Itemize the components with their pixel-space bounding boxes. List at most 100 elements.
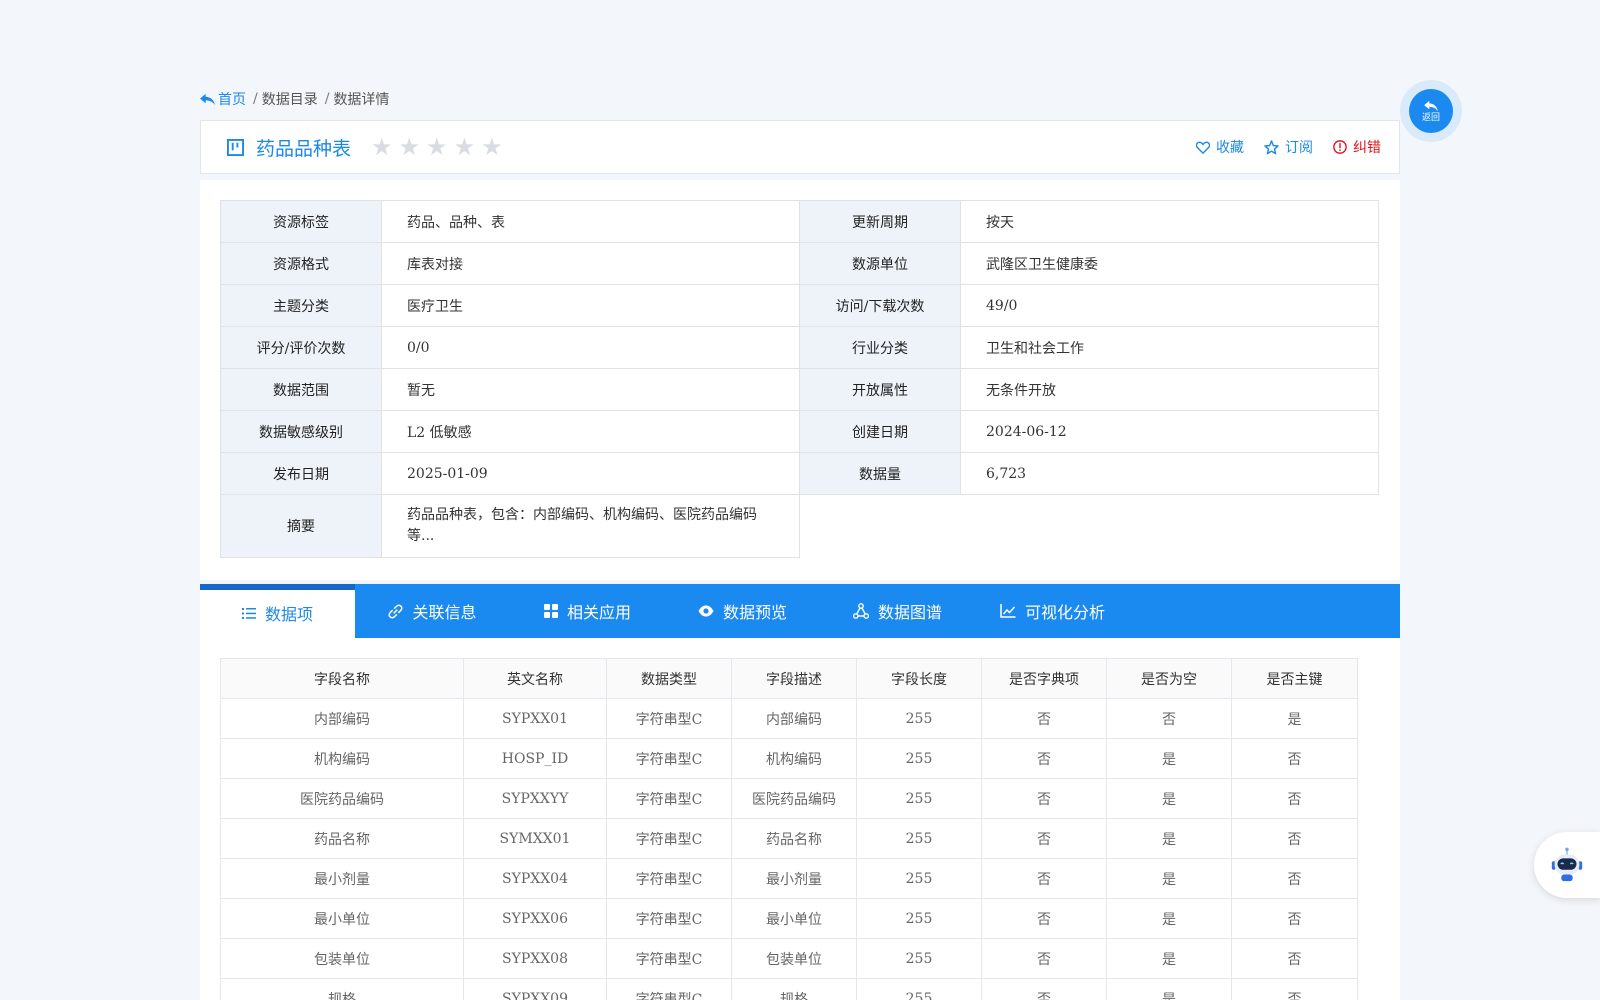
star-icon[interactable]: ★	[426, 135, 448, 159]
table-row: 药品名称 SYMXX01 字符串型C 药品名称 255 否是否	[220, 818, 1358, 859]
eye-icon	[698, 605, 714, 617]
table-cell: 字符串型C	[606, 858, 732, 899]
table-cell: 否	[981, 978, 1107, 1000]
table-row: 内部编码 SYPXX01 字符串型C 内部编码 255 否否是	[220, 698, 1358, 739]
table-cell: 是	[1106, 778, 1232, 819]
favorite-label: 收藏	[1216, 140, 1244, 156]
info-row: 资源标签 药品、品种、表 更新周期 按天	[220, 200, 1379, 243]
rating-stars[interactable]: ★ ★ ★ ★ ★	[371, 135, 503, 159]
info-value: 卫生和社会工作	[960, 326, 1379, 369]
breadcrumb-home[interactable]: 首页	[200, 89, 246, 109]
back-arrow-icon	[200, 93, 215, 105]
table-cell: 机构编码	[731, 738, 857, 779]
tab-data-items[interactable]: 数据项	[200, 584, 355, 638]
star-icon[interactable]: ★	[454, 135, 476, 159]
favorite-button[interactable]: 收藏	[1196, 137, 1244, 157]
ai-assistant-button[interactable]	[1534, 832, 1600, 898]
info-row: 数据敏感级别 L2 低敏感 创建日期 2024-06-12	[220, 410, 1379, 453]
table-cell: 否	[1231, 898, 1358, 939]
info-table: 资源标签 药品、品种、表 更新周期 按天 资源格式 库表对接 数源单位 武隆区卫生健康委 主题分…	[220, 200, 1379, 558]
info-row-summary: 摘要 药品品种表，包含：内部编码、机构编码、医院药品编码等...	[220, 494, 1379, 558]
info-row: 数据范围 暂无 开放属性 无条件开放	[220, 368, 1379, 411]
tab-related-info[interactable]: 关联信息	[355, 584, 510, 638]
page-title: 药品品种表	[256, 137, 352, 160]
table-row: 包装单位 SYPXX08 字符串型C 包装单位 255 否是否	[220, 938, 1358, 979]
info-label: 发布日期	[220, 452, 382, 495]
table-cell: 是	[1106, 738, 1232, 779]
table-cell: 字符串型C	[606, 778, 732, 819]
star-icon[interactable]: ★	[371, 135, 393, 159]
info-label: 访问/下载次数	[799, 284, 961, 327]
table-cell: SYPXX01	[463, 698, 607, 739]
table-cell: 否	[1231, 938, 1358, 979]
summary-value: 药品品种表，包含：内部编码、机构编码、医院药品编码等...	[381, 494, 800, 558]
info-row: 评分/评价次数 0/0 行业分类 卫生和社会工作	[220, 326, 1379, 369]
table-cell: SYPXXYY	[463, 778, 607, 819]
column-header: 字段长度	[856, 658, 982, 699]
table-cell: 否	[981, 818, 1107, 859]
info-value: 49/0	[960, 284, 1379, 327]
table-cell: 字符串型C	[606, 898, 732, 939]
table-cell: 最小剂量	[731, 858, 857, 899]
dataset-icon	[227, 138, 244, 156]
info-row: 主题分类 医疗卫生 访问/下载次数 49/0	[220, 284, 1379, 327]
info-value: L2 低敏感	[381, 410, 800, 453]
info-value: 无条件开放	[960, 368, 1379, 411]
line-chart-icon	[1000, 604, 1016, 618]
back-button-label: 返回	[1421, 112, 1440, 123]
detail-tabs: 数据项 关联信息 相关应用 数据预览 数据图谱 可视化分析	[200, 584, 1400, 638]
table-cell: 否	[1231, 738, 1358, 779]
star-icon[interactable]: ★	[481, 135, 503, 159]
breadcrumb-item-detail: 数据详情	[333, 92, 390, 108]
table-cell: 是	[1106, 938, 1232, 979]
tab-label: 数据图谱	[877, 603, 942, 622]
list-icon	[241, 607, 256, 619]
tab-data-preview[interactable]: 数据预览	[665, 584, 820, 638]
return-arrow-icon	[1424, 100, 1438, 111]
column-header: 是否字典项	[981, 658, 1107, 699]
subscribe-button[interactable]: 订阅	[1264, 137, 1313, 157]
table-cell: 规格	[220, 978, 464, 1000]
link-icon	[388, 604, 404, 618]
table-cell: 字符串型C	[606, 818, 732, 859]
title-actions: 收藏 订阅 纠错	[1196, 121, 1381, 173]
data-items-panel: 字段名称 英文名称 数据类型 字段描述 字段长度 是否字典项 是否为空 是否主键 内部编码 SY…	[200, 638, 1400, 1000]
table-cell: 包装单位	[220, 938, 464, 979]
table-cell: 机构编码	[220, 738, 464, 779]
report-error-label: 纠错	[1353, 140, 1381, 156]
tab-data-graph[interactable]: 数据图谱	[820, 584, 975, 638]
column-header: 是否为空	[1106, 658, 1232, 699]
table-cell: 255	[856, 858, 982, 899]
table-cell: SYMXX01	[463, 818, 607, 859]
info-label: 摘要	[220, 494, 382, 558]
grid-icon	[543, 604, 558, 618]
table-cell: 否	[981, 938, 1107, 979]
breadcrumb-item-catalog[interactable]: 数据目录	[262, 89, 318, 109]
graph-icon	[852, 603, 869, 619]
info-label: 评分/评价次数	[220, 326, 382, 369]
table-cell: 255	[856, 978, 982, 1000]
back-button[interactable]: 返回	[1400, 80, 1462, 142]
info-row: 资源格式 库表对接 数源单位 武隆区卫生健康委	[220, 242, 1379, 285]
info-label: 数据敏感级别	[220, 410, 382, 453]
table-row: 最小单位 SYPXX06 字符串型C 最小单位 255 否是否	[220, 898, 1358, 939]
table-cell: 字符串型C	[606, 978, 732, 1000]
info-value: 按天	[960, 200, 1379, 243]
table-cell: 否	[981, 778, 1107, 819]
table-cell: SYPXX09	[463, 978, 607, 1000]
report-error-button[interactable]: 纠错	[1333, 137, 1381, 157]
title-bar: 药品品种表 ★ ★ ★ ★ ★ 收藏 订阅 纠错	[200, 120, 1400, 174]
info-value: 暂无	[381, 368, 800, 411]
table-cell: 否	[1231, 818, 1358, 859]
star-icon[interactable]: ★	[399, 135, 421, 159]
table-cell: 否	[1231, 778, 1358, 819]
table-cell: 内部编码	[220, 698, 464, 739]
table-cell: SYPXX04	[463, 858, 607, 899]
tab-visual-analysis[interactable]: 可视化分析	[975, 584, 1130, 638]
back-button-inner: 返回	[1409, 89, 1453, 133]
breadcrumb-home-label: 首页	[218, 92, 246, 108]
info-label: 主题分类	[220, 284, 382, 327]
tab-related-apps[interactable]: 相关应用	[510, 584, 665, 638]
star-outline-icon	[1264, 139, 1279, 154]
table-row: 规格 SYPXX09 字符串型C 规格 255 否是否	[220, 978, 1358, 1000]
